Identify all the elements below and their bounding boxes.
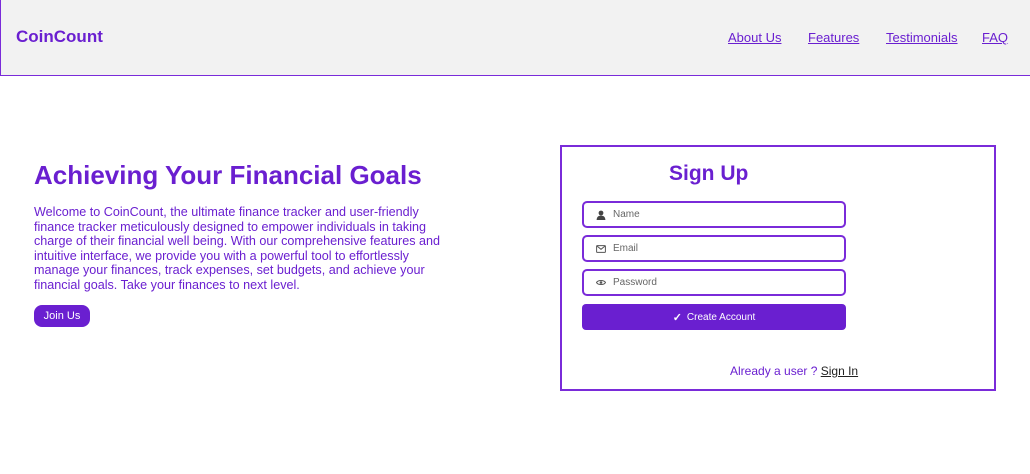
create-account-label: Create Account <box>686 311 756 323</box>
join-us-button[interactable]: Join Us <box>34 305 90 327</box>
header: CoinCount About Us Features Testimonials… <box>0 0 1030 76</box>
brand-logo[interactable]: CoinCount <box>16 27 103 47</box>
already-user-label: Already a user ? <box>730 364 818 378</box>
hero-title: Achieving Your Financial Goals <box>34 160 422 190</box>
create-account-button[interactable]: ✓ Create Account <box>582 304 846 330</box>
sign-in-link[interactable]: Sign In <box>821 364 858 378</box>
password-input[interactable] <box>611 277 844 288</box>
nav-about-us[interactable]: About Us <box>728 30 781 45</box>
check-icon: ✓ <box>672 311 682 324</box>
email-field[interactable] <box>582 235 846 262</box>
name-input[interactable] <box>611 209 844 220</box>
email-input[interactable] <box>611 243 844 254</box>
nav-faq[interactable]: FAQ <box>982 30 1008 45</box>
signup-card: Sign Up ✓ Create Account <box>560 145 996 391</box>
password-field[interactable] <box>582 269 846 296</box>
eye-icon <box>591 279 611 286</box>
hero-description: Welcome to CoinCount, the ultimate finan… <box>34 205 441 292</box>
already-user-text: Already a user ? Sign In <box>730 364 858 378</box>
nav-features[interactable]: Features <box>808 30 859 45</box>
name-field[interactable] <box>582 201 846 228</box>
mail-icon <box>591 244 611 253</box>
nav-testimonials[interactable]: Testimonials <box>886 30 958 45</box>
user-icon <box>591 210 611 220</box>
signup-title: Sign Up <box>669 162 749 185</box>
